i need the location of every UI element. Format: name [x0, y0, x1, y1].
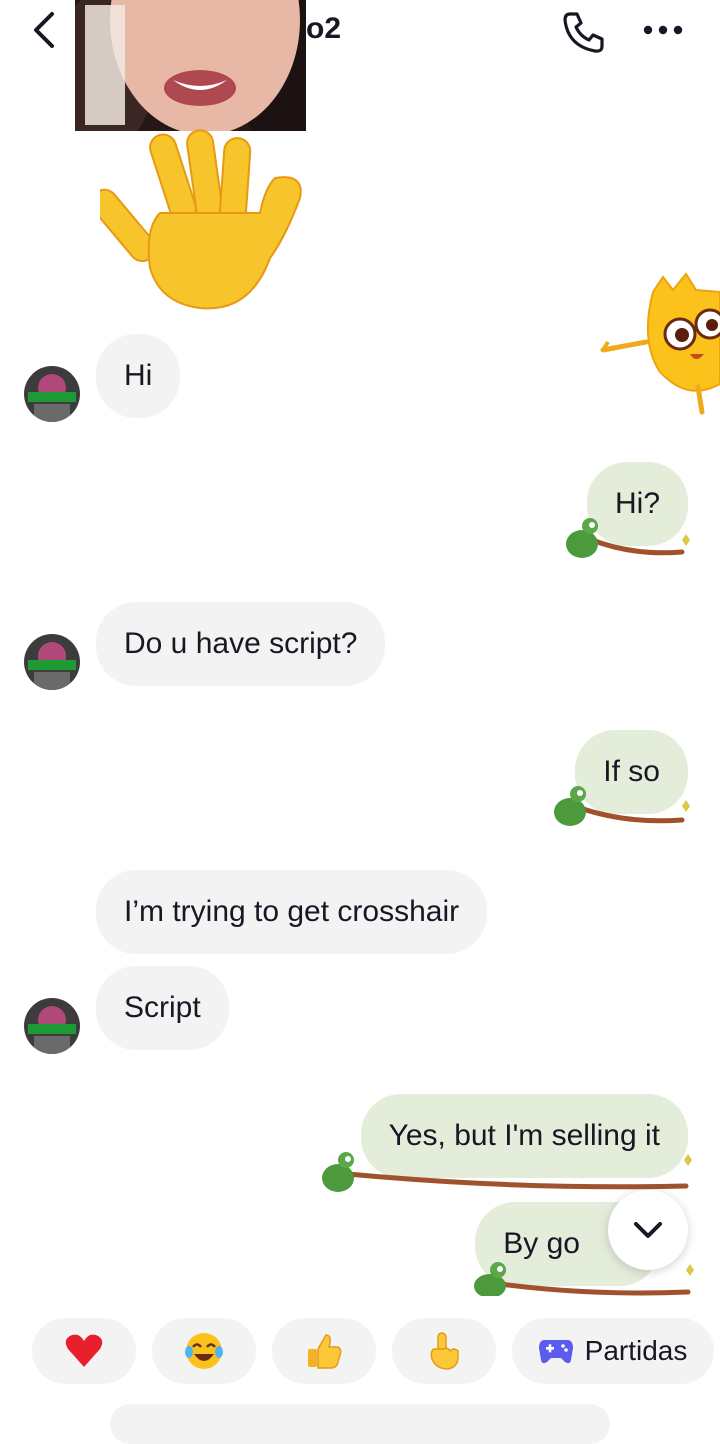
heart-icon: [65, 1334, 103, 1367]
more-horizontal-icon: [643, 25, 683, 35]
gamepad-icon: [538, 1340, 573, 1364]
message-incoming[interactable]: Hi: [96, 334, 181, 418]
pointing-hand-icon: [430, 1332, 459, 1370]
avatar[interactable]: [24, 998, 80, 1054]
quick-reply-partidas[interactable]: Partidas: [512, 1318, 714, 1384]
avatar[interactable]: [24, 634, 80, 690]
frog-decoration-icon: [552, 780, 690, 832]
call-button[interactable]: [560, 8, 608, 56]
message-incoming[interactable]: I’m trying to get crosshair: [96, 870, 488, 954]
chevron-down-icon: [634, 1222, 662, 1238]
more-button[interactable]: [640, 18, 686, 42]
phone-icon: [563, 12, 604, 53]
yellow-mascot-sticker[interactable]: [598, 272, 720, 418]
back-button[interactable]: [26, 10, 66, 50]
partidas-label: Partidas: [584, 1335, 688, 1366]
message-incoming[interactable]: Script: [96, 966, 229, 1050]
scroll-to-bottom-button[interactable]: [608, 1190, 688, 1270]
frog-decoration-icon: [564, 512, 690, 564]
quick-reply-pointing[interactable]: [392, 1318, 496, 1384]
avatar[interactable]: [24, 366, 80, 422]
laughing-tears-icon: [185, 1333, 223, 1369]
quick-reply-thumbs-up[interactable]: [272, 1318, 376, 1384]
waving-hand-sticker[interactable]: [90, 128, 315, 323]
message-input[interactable]: [110, 1404, 610, 1444]
message-incoming[interactable]: Do u have script?: [96, 602, 386, 686]
chevron-left-icon: [34, 12, 54, 48]
video-overlay[interactable]: [75, 0, 306, 131]
thumbs-up-icon: [308, 1334, 342, 1369]
quick-reply-heart[interactable]: [32, 1318, 136, 1384]
chat-title: o2: [306, 12, 342, 45]
quick-reply-laugh[interactable]: [152, 1318, 256, 1384]
